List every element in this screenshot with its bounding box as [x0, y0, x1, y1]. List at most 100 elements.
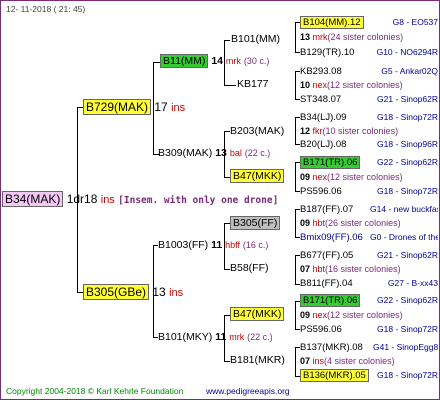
- gen4-row-13[interactable]: PS596.06 G18 - Sinop72R: [300, 323, 438, 336]
- gen4-row-0[interactable]: B104(MM).12 G8 - EO537: [300, 16, 438, 29]
- gen4-row-5[interactable]: B20(LJ).08 G18 - Sinop96R: [300, 138, 438, 151]
- gen3-sister-0: 13 mrk(24 sister colonies): [300, 31, 403, 44]
- gen4-row-11[interactable]: B811(FF).04 G27 - B-xx43: [300, 277, 438, 290]
- gen3-sister-3: 09 nex(12 sister colonies): [300, 171, 403, 184]
- gen1-node-1[interactable]: B305(GBe) 13 ins: [83, 284, 183, 301]
- gen2-node-1[interactable]: B309(MAK) 13 bal (22 c.): [158, 147, 270, 160]
- gen4-name-4: B34(LJ).09: [300, 112, 347, 123]
- gen2-name-2: B1003(FF): [158, 239, 209, 251]
- gen3-sister-1: 10 nex(12 sister colonies): [300, 79, 403, 92]
- gen4-row-6[interactable]: B171(TR).06 G22 - Sinop62R: [300, 156, 438, 169]
- gen4-name-5: B20(LJ).08: [300, 139, 347, 150]
- gen3-name-1[interactable]: KB177: [237, 78, 269, 91]
- connector: [224, 40, 230, 41]
- gen4-ref-13: G18 - Sinop72R: [377, 324, 438, 334]
- gen4-ref-12: G22 - Sinop62R: [377, 295, 438, 305]
- gen2-node-3[interactable]: B101(MKY) 11 mrk (22 c.): [158, 331, 273, 344]
- gen1-node-0[interactable]: B729(MAK) 17 ins: [83, 99, 186, 116]
- gen3-sister-2: 12 fkr(10 sister colonies): [300, 125, 398, 138]
- gen2-count-2: 11: [211, 239, 223, 251]
- connector: [153, 62, 160, 63]
- gen4-ref-0: G8 - EO537: [392, 17, 438, 27]
- gen4-row-8[interactable]: B187(FF).07 G14 - new buckfast: [300, 203, 438, 216]
- gen3-name-5[interactable]: B58(FF): [230, 262, 269, 275]
- gen3-sister-7: 07 ins(4 sister colonies): [300, 355, 395, 368]
- copyright-text: Copyright 2004-2018 © Karl Kehrle Founda…: [6, 386, 184, 396]
- gen2-note-1: (22 c.): [244, 148, 271, 158]
- gen4-ref-9: G0 - Drones of the: [370, 232, 438, 242]
- gen1-name-0: B729(MAK): [83, 99, 152, 115]
- gen3-unit-7: ins: [312, 356, 325, 366]
- connector: [295, 209, 296, 237]
- gen4-ref-4: G18 - Sinop72R: [377, 112, 438, 122]
- gen4-name-14: B137(MKR).08: [300, 342, 363, 353]
- gen4-ref-3: G21 - Sinop62R: [377, 94, 438, 104]
- root-node[interactable]: B34(MAK) 1dr18 ins [Insem. with only one…: [2, 191, 278, 208]
- gen4-name-13: PS596.06: [300, 324, 342, 335]
- gen1-unit-0: ins: [171, 102, 186, 114]
- gen4-row-9[interactable]: Bmix09(FF).06 G0 - Drones of the: [300, 231, 438, 244]
- gen4-row-15[interactable]: B136(MKR).05 G18 - Sinop72R: [300, 369, 438, 382]
- gen2-node-2[interactable]: B1003(FF) 11 hbff (16 c.): [158, 239, 268, 252]
- gen4-row-2[interactable]: KB293.08 G5 - Ankar02Q: [300, 65, 438, 78]
- gen4-ref-14: G41 - SinopEgg86R: [373, 342, 438, 352]
- gen3-note-4: (26 sister colonies): [325, 218, 401, 228]
- connector: [295, 255, 296, 284]
- root-count: 18: [84, 192, 98, 206]
- gen4-row-4[interactable]: B34(LJ).09 G18 - Sinop72R: [300, 111, 438, 124]
- gen3-name-7[interactable]: B181(MKR): [230, 354, 285, 367]
- root-num: 1dr: [66, 192, 85, 206]
- gen2-name-3: B101(MKY): [158, 331, 213, 343]
- gen3-count-3: 09: [300, 172, 311, 182]
- gen4-ref-15: G18 - Sinop72R: [377, 370, 438, 380]
- gen4-row-10[interactable]: B677(FF).05 G21 - Sinop62R: [300, 249, 438, 262]
- gen3-name-4[interactable]: B305(FF): [230, 216, 281, 230]
- gen4-row-12[interactable]: B171(TR).06 G22 - Sinop62R: [300, 294, 438, 307]
- root-unit: ins: [100, 194, 115, 206]
- gen3-unit-5: hbt: [312, 264, 326, 274]
- gen4-row-7[interactable]: PS596.06 G18 - Sinop72R: [300, 185, 438, 198]
- site-link[interactable]: www.pedigreeapis.org: [206, 385, 290, 398]
- gen4-ref-8: G14 - new buckfast: [370, 204, 438, 214]
- gen2-note-0: (30 c.): [243, 56, 270, 66]
- gen3-name-3[interactable]: B47(MKK): [230, 169, 285, 183]
- gen3-sister-5: 07 hbt(16 sister colonies): [300, 263, 401, 276]
- gen3-unit-0: mrk: [312, 32, 328, 42]
- gen3-name-2[interactable]: B203(MAK): [230, 125, 284, 138]
- gen2-node-0[interactable]: B11(MM) 14 mrk (30 c.): [160, 54, 270, 68]
- gen3-note-6: (12 sister colonies): [327, 310, 403, 320]
- gen4-row-1[interactable]: B129(TR).10 G10 - NO6294R: [300, 46, 438, 59]
- gen4-name-11: B811(FF).04: [300, 278, 353, 289]
- gen4-ref-2: G5 - Ankar02Q: [381, 66, 438, 76]
- connector: [153, 245, 154, 338]
- gen4-name-3: ST348.07: [300, 94, 342, 105]
- gen3-count-1: 10: [300, 80, 311, 90]
- date-label: 12- 11-2018 ( 21: 45): [6, 4, 86, 14]
- gen3-count-0: 13: [300, 32, 311, 42]
- connector: [224, 315, 225, 361]
- connector: [295, 162, 296, 191]
- gen2-count-0: 14: [211, 55, 223, 67]
- gen3-count-5: 07: [300, 264, 311, 274]
- gen4-row-3[interactable]: ST348.07 G21 - Sinop62R: [300, 93, 438, 106]
- gen4-name-10: B677(FF).05: [300, 250, 354, 261]
- gen3-note-1: (12 sister colonies): [327, 80, 403, 90]
- connector: [224, 131, 225, 177]
- gen4-row-14[interactable]: B137(MKR).08 G41 - SinopEgg86R: [300, 341, 438, 354]
- gen3-note-3: (12 sister colonies): [327, 172, 403, 182]
- gen4-name-12: B171(TR).06: [300, 294, 361, 307]
- gen2-note-3: (22 c.): [247, 332, 273, 342]
- gen3-unit-4: hbt: [312, 218, 326, 228]
- gen2-unit-3: mrk: [229, 332, 245, 342]
- gen4-name-15: B136(MKR).05: [300, 369, 369, 382]
- gen4-ref-5: G18 - Sinop96R: [377, 139, 438, 149]
- gen4-ref-11: G27 - B-xx43: [387, 278, 438, 288]
- gen3-note-0: (24 sister colonies): [327, 32, 404, 42]
- gen3-unit-6: nex: [312, 310, 328, 320]
- gen3-name-0[interactable]: B101(MM): [231, 33, 280, 46]
- gen3-name-6[interactable]: B47(MKK): [230, 307, 285, 321]
- gen3-unit-2: fkr: [312, 126, 323, 136]
- gen2-count-1: 13: [215, 147, 227, 159]
- gen1-count-0: 17: [154, 100, 168, 114]
- connector: [295, 117, 296, 144]
